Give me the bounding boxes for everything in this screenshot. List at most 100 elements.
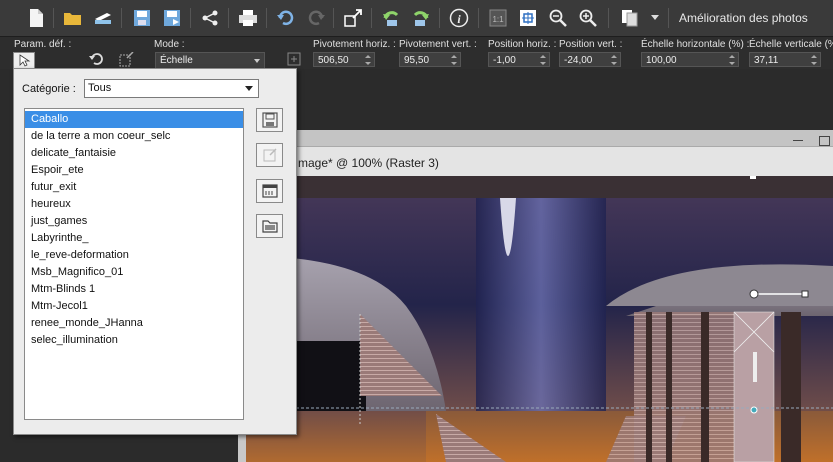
actual-size-icon[interactable]: 1:1	[486, 6, 510, 30]
mode-label: Mode :	[154, 39, 185, 50]
undo-icon[interactable]	[274, 6, 298, 30]
mode-value: Échelle	[160, 55, 193, 66]
folder-icon	[261, 220, 278, 233]
preset-item[interactable]: Mtm-Jecol1	[25, 298, 243, 315]
preset-item[interactable]: heureux	[25, 196, 243, 213]
scale-v-value: 37,11	[754, 55, 779, 66]
pointer-tool-button[interactable]	[13, 52, 35, 69]
new-icon[interactable]	[24, 6, 48, 30]
category-select[interactable]: Tous	[84, 79, 259, 98]
rotate-left-icon[interactable]	[379, 6, 403, 30]
save-icon[interactable]	[130, 6, 154, 30]
spin-icon[interactable]	[539, 54, 547, 66]
preset-options-button[interactable]	[256, 179, 283, 203]
category-label: Catégorie :	[22, 83, 76, 95]
preset-item[interactable]: just_games	[25, 213, 243, 230]
enhance-photo-menu[interactable]: Amélioration des photos	[679, 11, 808, 25]
resource-manager-button[interactable]	[256, 214, 283, 238]
pos-v-value: -24,00	[564, 55, 593, 66]
toolbar-separator	[228, 8, 229, 28]
preset-item[interactable]: selec_illumination	[25, 332, 243, 349]
minimize-icon[interactable]	[793, 140, 803, 141]
main-toolbar: i 1:1 Amélioration des photos	[0, 0, 833, 37]
toolbar-separator	[333, 8, 334, 28]
zoom-in-icon[interactable]	[576, 6, 600, 30]
pivot-h-label: Pivotement horiz. :	[313, 39, 396, 50]
window-tabstrip	[238, 130, 833, 146]
svg-text:1:1: 1:1	[492, 15, 504, 24]
category-value: Tous	[88, 82, 112, 94]
preset-item[interactable]: Mtm-Blinds 1	[25, 281, 243, 298]
zoom-out-icon[interactable]	[546, 6, 570, 30]
spin-icon[interactable]	[450, 54, 458, 66]
resize-icon[interactable]	[341, 6, 365, 30]
chevron-down-icon[interactable]	[648, 6, 662, 30]
save-preset-button[interactable]	[256, 108, 283, 132]
open-folder-icon[interactable]	[61, 6, 85, 30]
toolbar-separator	[608, 8, 609, 28]
scale-v-label: Échelle verticale (%) :	[749, 39, 833, 50]
preset-item[interactable]: Caballo	[25, 111, 243, 128]
toolbar-separator	[190, 8, 191, 28]
copy-icon[interactable]	[618, 6, 642, 30]
canvas-image[interactable]	[246, 176, 833, 462]
pivot-v-field[interactable]: 95,50	[399, 52, 461, 67]
rotate-right-icon[interactable]	[409, 6, 433, 30]
spin-icon[interactable]	[610, 54, 618, 66]
pivot-v-value: 95,50	[404, 55, 430, 66]
spin-icon[interactable]	[810, 54, 818, 66]
pos-v-field[interactable]: -24,00	[559, 52, 621, 67]
svg-text:i: i	[457, 12, 461, 26]
save-icon	[261, 112, 278, 128]
window-titlebar: mage* @ 100% (Raster 3)	[238, 146, 833, 177]
preset-item[interactable]: Espoir_ete	[25, 162, 243, 179]
preset-item[interactable]: le_reve-deformation	[25, 247, 243, 264]
pick-icon[interactable]	[287, 52, 301, 69]
toolbar-separator	[121, 8, 122, 28]
toolbar-separator	[668, 8, 669, 28]
scale-h-label: Échelle horizontale (%) :	[641, 39, 750, 50]
tool-options-bar: Param. déf. : Mode : Pivotement horiz. :…	[0, 37, 833, 69]
pos-v-label: Position vert. :	[559, 39, 623, 50]
chevron-down-icon	[245, 86, 253, 91]
print-icon[interactable]	[236, 6, 260, 30]
window-title: mage* @ 100% (Raster 3)	[298, 156, 439, 170]
reset-icon[interactable]	[88, 52, 104, 69]
toolbar-separator	[439, 8, 440, 28]
pos-h-field[interactable]: -1,00	[488, 52, 550, 67]
preset-item[interactable]: futur_exit	[25, 179, 243, 196]
artwork-image	[246, 176, 833, 462]
redo-icon[interactable]	[304, 6, 328, 30]
preset-dropdown-panel: Catégorie : Tous Caballo de la terre a m…	[13, 68, 297, 435]
preset-item[interactable]: de la terre a mon coeur_selc	[25, 128, 243, 145]
save-as-icon[interactable]	[160, 6, 184, 30]
maximize-icon[interactable]	[819, 136, 830, 146]
pivot-h-field[interactable]: 506,50	[313, 52, 375, 67]
toolbar-separator	[371, 8, 372, 28]
scale-v-field[interactable]: 37,11	[749, 52, 821, 67]
scan-icon[interactable]	[91, 6, 115, 30]
preset-item[interactable]: delicate_fantaisie	[25, 145, 243, 162]
pos-h-value: -1,00	[493, 55, 516, 66]
pivot-h-value: 506,50	[318, 55, 349, 66]
mode-select[interactable]: Échelle	[155, 52, 265, 69]
fit-window-icon[interactable]	[516, 6, 540, 30]
chevron-down-icon	[254, 59, 260, 63]
toolbar-separator	[478, 8, 479, 28]
spin-icon[interactable]	[728, 54, 736, 66]
share-icon[interactable]	[198, 6, 222, 30]
param-label: Param. déf. :	[14, 39, 72, 50]
spin-icon[interactable]	[364, 54, 372, 66]
preset-item[interactable]: renee_monde_JHanna	[25, 315, 243, 332]
preset-item[interactable]: Msb_Magnifico_01	[25, 264, 243, 281]
toolbar-separator	[266, 8, 267, 28]
preset-list[interactable]: Caballo de la terre a mon coeur_selc del…	[24, 108, 244, 420]
pos-h-label: Position horiz. :	[488, 39, 557, 50]
delete-preset-button[interactable]	[256, 143, 283, 167]
preset-item[interactable]: Labyrinthe_	[25, 230, 243, 247]
scale-h-field[interactable]: 100,00	[641, 52, 739, 67]
info-icon[interactable]: i	[447, 6, 471, 30]
scale-h-value: 100,00	[646, 55, 677, 66]
window-icon	[261, 184, 278, 198]
image-window: mage* @ 100% (Raster 3)	[238, 130, 833, 462]
